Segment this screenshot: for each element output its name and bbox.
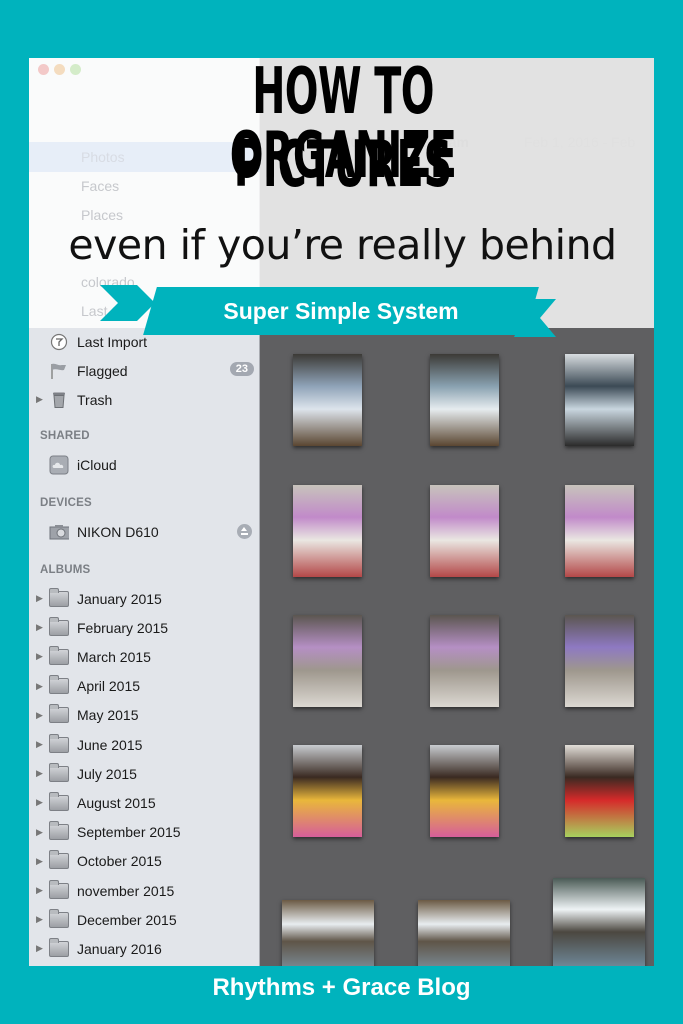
folder-icon <box>49 850 69 870</box>
album-label: September 2015 <box>77 824 181 841</box>
disclosure-triangle-icon[interactable]: ▶ <box>36 797 46 808</box>
sidebar-item-photos-label: Photos <box>81 149 125 165</box>
sidebar-item-label: NIKON D610 <box>77 523 159 540</box>
disclosure-triangle-icon[interactable]: ▶ <box>36 768 46 779</box>
footer-blog-name: Rhythms + Grace Blog <box>212 974 471 1001</box>
album-item[interactable]: ▶ July 2015 <box>29 759 260 788</box>
disclosure-triangle-icon[interactable]: ▶ <box>36 651 46 662</box>
disclosure-triangle-icon[interactable]: ▶ <box>36 710 46 721</box>
album-label: January 2016 <box>77 940 162 957</box>
album-item[interactable]: ▶ December 2015 <box>29 905 260 934</box>
album-item[interactable]: ▶ October 2015 <box>29 847 260 876</box>
disclosure-triangle-icon[interactable]: ▶ <box>36 593 46 604</box>
folder-icon <box>49 704 69 724</box>
photo-thumbnail[interactable] <box>565 485 634 577</box>
ribbon-label: Super Simple System <box>223 298 459 324</box>
album-item[interactable]: ▶ March 2015 <box>29 642 260 671</box>
photo-thumbnail[interactable] <box>293 354 362 446</box>
icloud-icon <box>49 455 69 474</box>
photo-thumbnail[interactable] <box>565 615 634 707</box>
sidebar-item-last12-label[interactable]: Last 12 <box>81 303 127 319</box>
folder-icon <box>49 587 69 608</box>
sidebar-item-label: Last Import <box>77 333 148 350</box>
disclosure-triangle-icon[interactable]: ▶ <box>36 943 46 954</box>
photo-thumbnail[interactable] <box>565 745 634 837</box>
album-item[interactable]: ▶ May 2015 <box>29 701 260 730</box>
folder-icon <box>49 908 69 929</box>
album-label: April 2015 <box>77 678 141 695</box>
album-item[interactable]: ▶ June 2015 <box>29 730 260 759</box>
photo-thumbnail[interactable] <box>565 354 634 446</box>
album-item[interactable]: ▶ January 2016 <box>29 934 260 963</box>
eject-icon[interactable] <box>237 524 252 539</box>
album-item[interactable]: ▶ August 2015 <box>29 788 260 817</box>
album-label: January 2015 <box>77 590 162 607</box>
sidebar-item-label: Flagged <box>77 362 128 379</box>
disclosure-triangle-icon[interactable]: ▶ <box>36 681 46 692</box>
sidebar-item-colorado-label[interactable]: colorado <box>81 274 135 290</box>
folder-icon <box>49 879 69 900</box>
trash-icon <box>49 391 69 409</box>
disclosure-triangle-icon[interactable]: ▶ <box>36 827 46 838</box>
folder-icon <box>49 937 69 958</box>
stream-date: Feb 1, 2016 - Feb <box>524 134 636 150</box>
album-label: February 2015 <box>77 619 169 636</box>
folder-icon <box>49 821 69 841</box>
album-label: July 2015 <box>77 765 137 782</box>
album-item[interactable]: ▶ April 2015 <box>29 672 260 701</box>
disclosure-triangle-icon[interactable]: ▶ <box>36 885 46 896</box>
album-label: november 2015 <box>77 882 175 899</box>
folder-icon <box>49 675 69 695</box>
sidebar-item-trash[interactable]: ▶ Trash <box>29 385 260 414</box>
disclosure-triangle-icon[interactable]: ▶ <box>36 856 46 867</box>
photo-thumbnail[interactable] <box>293 615 362 707</box>
count-badge: 23 <box>229 362 254 376</box>
disclosure-triangle-icon[interactable]: ▶ <box>36 914 46 925</box>
sidebar-item-label: Trash <box>77 391 113 408</box>
folder-icon <box>49 616 69 637</box>
photo-thumbnail[interactable] <box>418 900 510 966</box>
album-item[interactable]: ▶ January 2015 <box>29 584 260 613</box>
section-header-albums: ALBUMS <box>40 564 91 576</box>
disclosure-triangle-icon[interactable]: ▶ <box>36 739 46 750</box>
last-import-icon <box>49 333 69 351</box>
photo-thumbnail[interactable] <box>430 745 499 837</box>
folder-icon <box>49 645 69 666</box>
album-label: June 2015 <box>77 736 143 753</box>
folder-icon <box>49 733 69 754</box>
sidebar-item-nikon-d610[interactable]: NIKON D610 <box>29 517 260 546</box>
album-label: August 2015 <box>77 794 156 811</box>
flag-icon <box>49 362 69 380</box>
photo-thumbnail[interactable] <box>430 354 499 446</box>
album-label: May 2015 <box>77 707 139 724</box>
subtitle: even if you’re really behind <box>68 221 617 269</box>
section-header-devices: DEVICES <box>40 497 92 509</box>
album-label: March 2015 <box>77 648 151 665</box>
album-item[interactable]: ▶ September 2015 <box>29 818 260 847</box>
folder-icon <box>49 762 69 783</box>
window-controls <box>38 64 81 75</box>
photo-thumbnail[interactable] <box>430 485 499 577</box>
album-label: October 2015 <box>77 853 162 870</box>
disclosure-triangle-icon[interactable]: ▶ <box>36 622 46 633</box>
photo-thumbnail[interactable] <box>282 900 374 966</box>
sidebar-item-icloud[interactable]: iCloud <box>29 450 260 479</box>
section-header-shared: SHARED <box>40 430 90 442</box>
album-item[interactable]: ▶ February 2015 <box>29 613 260 642</box>
folder-icon <box>49 791 69 812</box>
sidebar-item-faces-label[interactable]: Faces <box>81 178 119 194</box>
photo-thumbnail[interactable] <box>293 745 362 837</box>
photo-thumbnail[interactable] <box>430 615 499 707</box>
sidebar-item-flagged[interactable]: Flagged 23 <box>29 356 260 385</box>
album-item[interactable]: ▶ november 2015 <box>29 876 260 905</box>
album-label: December 2015 <box>77 911 177 928</box>
disclosure-triangle-icon[interactable]: ▶ <box>36 394 46 405</box>
title-line-2: PICTURES <box>233 128 453 202</box>
sidebar-item-label: iCloud <box>77 456 117 473</box>
photo-thumbnail[interactable] <box>293 485 362 577</box>
camera-icon <box>49 523 69 541</box>
photo-thumbnail[interactable] <box>553 878 645 966</box>
